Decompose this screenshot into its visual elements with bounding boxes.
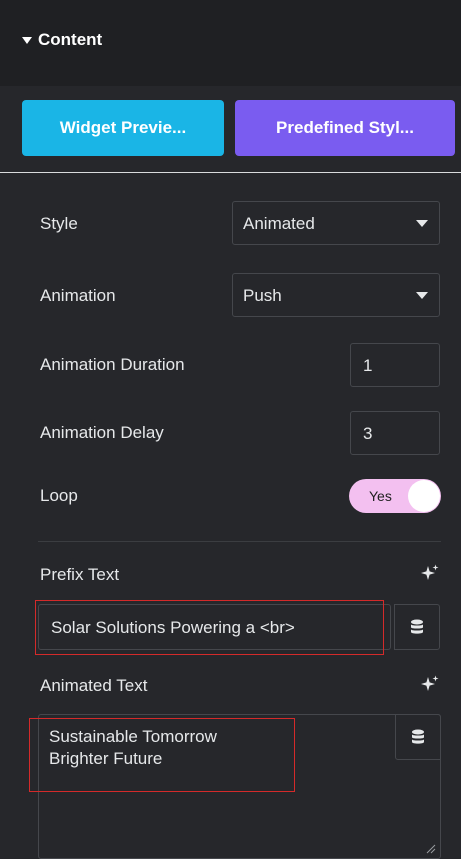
prefix-dynamic-tags-button[interactable] [394, 604, 440, 650]
database-icon [411, 619, 423, 634]
style-select-value: Animated [243, 214, 315, 233]
chevron-down-icon [416, 220, 428, 227]
animation-label: Animation [40, 286, 116, 305]
chevron-down-icon [416, 292, 428, 299]
widget-preview-button[interactable]: Widget Previe... [22, 100, 224, 156]
animated-text-label: Animated Text [40, 676, 148, 695]
database-icon [412, 729, 424, 744]
sparkle-ai-icon[interactable] [420, 563, 440, 588]
loop-toggle[interactable]: Yes [349, 479, 441, 513]
section-divider [0, 172, 461, 173]
sparkle-ai-icon[interactable] [420, 674, 440, 699]
predefined-styles-button[interactable]: Predefined Styl... [235, 100, 455, 156]
animation-duration-label: Animation Duration [40, 355, 185, 374]
resize-handle-icon[interactable] [426, 844, 436, 854]
section-title: Content [38, 30, 103, 49]
caret-down-icon [22, 37, 32, 44]
highlight-box-prefix [35, 600, 384, 655]
loop-label: Loop [40, 486, 78, 505]
loop-toggle-label: Yes [369, 488, 392, 504]
style-select[interactable]: Animated [232, 201, 440, 245]
animated-dynamic-tags-button[interactable] [395, 714, 441, 760]
animation-select-value: Push [243, 286, 282, 305]
animation-select[interactable]: Push [232, 273, 440, 317]
toggle-knob [408, 480, 440, 512]
highlight-box-animated [29, 718, 295, 792]
content-section-header[interactable]: Content [0, 0, 461, 86]
animation-delay-label: Animation Delay [40, 423, 164, 442]
field-divider [38, 541, 441, 542]
animation-duration-input[interactable]: 1 [350, 343, 440, 387]
prefix-text-label: Prefix Text [40, 565, 120, 584]
style-label: Style [40, 214, 78, 233]
animation-delay-input[interactable]: 3 [350, 411, 440, 455]
